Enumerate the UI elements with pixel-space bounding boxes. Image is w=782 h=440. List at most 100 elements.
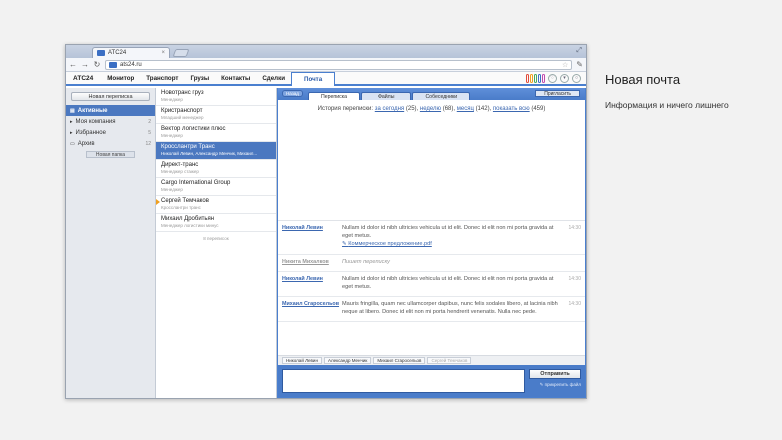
browser-tab[interactable]: АТС24 × [92,47,170,58]
recipient-chip[interactable]: Николай Левин [282,357,322,364]
menu-cargo[interactable]: Грузы [184,72,215,84]
new-folder-button[interactable]: Новая папка [86,151,135,158]
message-author[interactable]: Михаил Сгаросельов [282,301,342,316]
app-header: АТС24 Монитор Транспорт Грузы Контакты С… [66,72,586,86]
attach-file-link[interactable]: ✎ прикрепить файл [529,382,581,388]
sidebar-item-active[interactable]: ▤ Активные [66,105,155,116]
expand-arrow-icon[interactable]: ▸ [70,130,73,136]
browser-tab-title: АТС24 [108,50,127,56]
list-item[interactable]: Сергей Темчаков Кросслантри транс [156,196,276,214]
sidebar-item-archive[interactable]: ▭ Архив 12 [66,138,155,149]
list-item[interactable]: Кристранспорт Младший менеджер [156,106,276,124]
paperclip-red-icon[interactable] [526,73,529,83]
message-time: 14:30 [568,301,581,307]
menu-monitor[interactable]: Монитор [101,72,140,84]
conversation-count: 8 переписок [203,236,229,241]
address-bar: ← → ↻ ats24.ru ☆ ✎ [66,58,586,72]
menu-transport[interactable]: Транспорт [140,72,184,84]
sidebar-item-label: Активные [77,107,108,114]
promo-subtitle: Информация и ничего лишнего [605,100,729,110]
message-text: Nullam id dolor id nibh ultricies vehicu… [342,225,554,239]
paperclip-blue-icon[interactable] [538,73,541,83]
menu-contacts[interactable]: Контакты [215,72,256,84]
invite-button[interactable]: Пригласить [535,90,580,97]
list-item[interactable]: Михаил Дробитьян Менеджер логистики мину… [156,214,276,232]
tab-participants[interactable]: Собеседники [412,92,471,100]
history-today-count: (25), [405,106,419,112]
inbox-icon: ▤ [70,107,75,114]
history-filter: История переписки: за сегодня (25), неде… [278,100,585,221]
attachment-link[interactable]: ✎ Коммерческое предложение.pdf [342,241,561,249]
forward-arrow-icon[interactable]: → [81,60,89,69]
filter-icon[interactable]: ▾ [560,73,569,83]
sidebar-item-label: Моя компания [75,118,116,125]
list-item[interactable]: Директ-транс Менеджер стажер [156,160,276,178]
recipient-chip-inactive[interactable]: Сергей Темчаков [427,357,472,364]
message-author[interactable]: Николай Левин [282,276,342,291]
menu-mail[interactable]: Почта [291,72,336,86]
new-tab-button[interactable] [172,49,190,57]
reload-icon[interactable]: ↻ [93,60,101,69]
paperclip-green-icon[interactable] [534,73,537,83]
contact-role: Менеджер стажер [161,169,199,174]
contact-role: Менеджер [161,97,183,102]
message-text: Nullam id dolor id nibh ultricies vehicu… [342,276,554,290]
contact-name: Кристранспорт [161,108,203,114]
tab-conversation[interactable]: Переписка [308,92,360,100]
url-text: ats24.ru [120,61,142,68]
message-item: Николай Левин Nullam id dolor id nibh ul… [278,272,585,297]
sidebar-item-my-company[interactable]: ▸ Моя компания 2 [66,116,155,127]
back-arrow-icon[interactable]: ← [69,60,77,69]
recipient-chip[interactable]: Александр Менчик [323,357,372,364]
list-item[interactable]: Вектор логистики плюс Менеджер [156,124,276,142]
sidebar-item-favorites[interactable]: ▸ Избранное 5 [66,127,155,138]
sidebar-item-count: 12 [145,140,151,147]
message-author[interactable]: Николай Левин [282,225,342,249]
conversation-pane: Назад Переписка Файлы Собеседники Пригла… [277,88,586,398]
message-time: 14:30 [568,225,581,231]
history-month-link[interactable]: месяц [457,106,474,112]
list-item-selected[interactable]: Кросслантри Транс Николай Левин, Алексан… [156,142,276,160]
paperclip-orange-icon[interactable] [530,73,533,83]
attachment-name: Коммерческое предложение.pdf [348,241,432,247]
app-logo[interactable]: АТС24 [66,72,101,84]
contact-role: Менеджер [161,133,183,138]
contact-role: Младший менеджер [161,115,204,120]
wrench-icon[interactable]: ✎ [576,60,583,69]
tab-files[interactable]: Файлы [360,92,412,100]
paperclip-purple-icon[interactable] [542,73,545,83]
heart-icon[interactable]: ♡ [548,73,557,83]
contact-role: Менеджер [161,187,183,192]
contact-role: Менеджер логистики минус [161,223,219,228]
message-time [567,259,581,267]
archive-icon: ▭ [70,140,75,147]
history-all-link[interactable]: показать всю [493,106,530,112]
back-button[interactable]: Назад [282,90,303,97]
unread-flag-icon [156,199,160,205]
sidebar-item-count: 5 [148,129,151,136]
message-input[interactable] [282,369,525,393]
search-icon[interactable]: ○ [572,73,581,83]
history-week-link[interactable]: неделю [420,106,441,112]
message-time: 14:30 [568,276,581,282]
paperclip-icons[interactable] [526,73,545,83]
window-resize-icon[interactable]: ⤢ [576,47,582,55]
expand-arrow-icon[interactable]: ▸ [70,119,73,125]
recipient-chip[interactable]: Михаил Сгаросельов [373,357,426,364]
menu-deals[interactable]: Сделки [256,72,291,84]
favicon-icon [97,50,105,56]
url-field[interactable]: ats24.ru ☆ [105,59,573,70]
new-conversation-button[interactable]: Новая переписка [71,92,150,101]
list-item[interactable]: Cargo International Group Менеджер [156,178,276,196]
bookmark-star-icon[interactable]: ☆ [562,61,568,69]
close-tab-icon[interactable]: × [161,50,165,56]
send-button[interactable]: Отправить [529,369,581,379]
attach-file-label: прикрепить файл [544,382,581,387]
sidebar-item-label: Избранное [75,129,106,136]
message-author[interactable]: Никита Михалков [282,259,342,267]
list-item[interactable]: Новотранс груз Менеджер [156,88,276,106]
sidebar-item-label: Архив [77,140,95,147]
history-today-link[interactable]: за сегодня [375,106,404,112]
history-week-count: (68), [442,106,456,112]
conversation-list: Новотранс груз Менеджер Кристранспорт Мл… [156,88,277,398]
